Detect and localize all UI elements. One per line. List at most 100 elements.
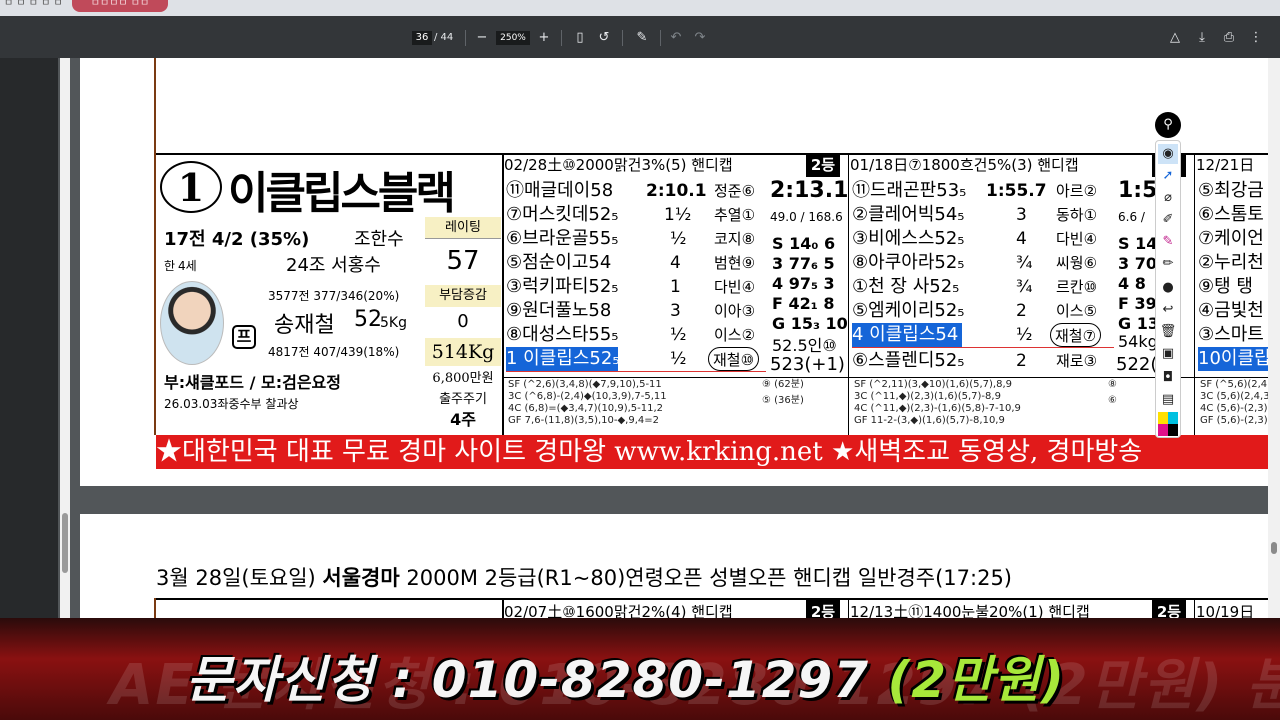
more-icon[interactable]: ⋮ xyxy=(1246,28,1266,48)
toolbar-divider xyxy=(465,30,466,46)
horse-name: 이클립스블랙 xyxy=(228,168,456,219)
race-stat: 3 77₆ 5 xyxy=(772,254,835,273)
race-entry-jockey: 정준⑥ xyxy=(714,182,756,200)
drive-icon[interactable]: △ xyxy=(1165,28,1185,48)
race-entry-jockey: 동하① xyxy=(1056,206,1098,224)
race-stat: S 14 xyxy=(1118,234,1158,253)
print-icon[interactable]: ⎙ xyxy=(1219,28,1239,48)
race-record-3: 12/21日 ⑤최강금 ⑥스톰토 ⑦케이언 ②누리천 ⑨탱 탱 ④금빛천 ③스마… xyxy=(1196,153,1268,435)
sf-line: SF (^2,6)(3,4,8)(◆7,9,10),5-11 xyxy=(508,379,662,390)
vet-note: 26.03.03좌중수부 찰과상 xyxy=(164,397,299,411)
race-entry: ⑤최강금 xyxy=(1198,180,1264,201)
circle-dot-icon[interactable]: ● xyxy=(1158,278,1178,298)
race-body-note: 522( xyxy=(1116,354,1158,375)
redo-icon[interactable]: ↷ xyxy=(690,28,710,48)
browser-tab-active[interactable]: ㅁㅁㅁㅁ ㅁㅁ xyxy=(72,0,168,12)
race-entry-margin: 4 xyxy=(1016,229,1027,249)
toolbar-divider xyxy=(660,30,661,46)
lasso-icon[interactable]: ↩ xyxy=(1158,300,1178,320)
race-entry-jockey: 이스② xyxy=(714,326,756,344)
underline xyxy=(506,371,766,372)
camera-icon[interactable]: ◘ xyxy=(1158,368,1178,388)
plus-icon[interactable]: + xyxy=(534,28,554,48)
download-icon[interactable]: ⤓ xyxy=(1192,28,1212,48)
undo-icon[interactable]: ↶ xyxy=(666,28,686,48)
race-conditions: 2000M 2등급(R1~80)연령오픈 성별오픈 핸디캡 일반경주(17:25… xyxy=(399,566,1013,590)
race-entry-jockey: 재철⑩ xyxy=(708,347,760,371)
race-time: 1:5 xyxy=(1118,178,1158,203)
trainer-record: 3577전 377/346(20%) xyxy=(268,289,400,303)
race-entry: ⑤점순이고54 xyxy=(506,252,612,273)
race-stat: S 14₀ 6 xyxy=(772,234,836,253)
race-entry: ⑨탱 탱 xyxy=(1198,276,1253,297)
race-entry: ⑦머스킷데52₅ xyxy=(506,204,619,225)
pin-icon[interactable]: ⚲ xyxy=(1155,112,1181,138)
jockey-record: 4817전 407/439(18%) xyxy=(268,345,400,359)
race-entry: ⑪드래곤판53₅ xyxy=(852,180,967,201)
race-body-note: 523(+1) xyxy=(770,354,845,375)
palette-icon[interactable] xyxy=(1158,412,1178,424)
toolbar-divider xyxy=(561,30,562,46)
eye-icon[interactable]: ◉ xyxy=(1158,144,1178,164)
main-scroll-thumb[interactable] xyxy=(1271,542,1277,554)
sf-line: 3C (^6,8)-(2,4)◆(10,3,9),7-5,11 xyxy=(508,391,667,402)
pen-icon[interactable]: ✏ xyxy=(1158,254,1178,274)
race-stat: 4 8 xyxy=(1118,274,1146,293)
race-entry: ③스마트 xyxy=(1198,324,1264,345)
shapes-icon[interactable]: ▣ xyxy=(1158,344,1178,364)
page-total-label: / 44 xyxy=(434,32,454,43)
race-stat: 4 97₅ 3 xyxy=(772,274,835,293)
race-entry: ④금빛천 xyxy=(1198,300,1264,321)
race-entry-jockey: 재로③ xyxy=(1056,352,1098,370)
sf-line: 4C (6,8)=(◆3,4,7)(10,9),5-11,2 xyxy=(508,403,664,414)
race-entry: ⑤엠케이리52₅ xyxy=(852,300,965,321)
sf-line: 4C (^11,◆)(2,3)-(1,6)(5,8)-7-10,9 xyxy=(854,403,1021,414)
race-entry-jockey: 다빈④ xyxy=(1056,230,1098,248)
fit-page-icon[interactable]: ▯ xyxy=(570,28,590,48)
browser-tab-inactive[interactable]: ㅁ ㅁ ㅁ ㅁ ㅁ xyxy=(0,0,63,12)
race-stat: G 15₃ 10 xyxy=(772,314,848,333)
palette-icon[interactable] xyxy=(1158,424,1178,436)
page-number-input[interactable]: 36 xyxy=(412,31,432,45)
race-grade: 2등 xyxy=(806,153,840,177)
screen: ㅁ ㅁ ㅁ ㅁ ㅁ ㅁㅁㅁㅁ ㅁㅁ 36 / 44 − 250% + ▯ ↺ ✎… xyxy=(0,0,1280,720)
highlighter-icon[interactable]: ✎ xyxy=(1158,232,1178,252)
zoom-input[interactable]: 250% xyxy=(496,31,530,45)
race-entry-margin: 3 xyxy=(670,301,681,321)
trash-icon[interactable]: 🗑 xyxy=(1158,322,1178,342)
sidebar-scroll-thumb[interactable] xyxy=(62,513,68,573)
race-entry: ③럭키파티52₅ xyxy=(506,276,619,297)
promo-price: (2만원) xyxy=(887,651,1065,709)
race-entry: ⑧아쿠아라52₅ xyxy=(852,252,965,273)
annotate-icon[interactable]: ✎ xyxy=(632,28,652,48)
horse-record: 17전 4/2 (35%) xyxy=(164,229,310,250)
race-entry: ②클레어빅54₅ xyxy=(852,204,965,225)
eraser-icon[interactable]: ⌀ xyxy=(1158,188,1178,208)
pu-badge: 프 xyxy=(232,325,256,349)
promo-text: 문자신청 : 010-8280-1297 (2만원) xyxy=(186,640,1065,712)
race-weight-note: 52.5인⑩ xyxy=(772,336,837,355)
sf-right: ⑨ (62분) xyxy=(762,379,804,390)
race-header: 12/21日 xyxy=(1196,156,1255,174)
marker-icon[interactable]: ✐ xyxy=(1158,210,1178,230)
sf-line: 3C (^11,◆)(2,3)(1,6)(5,7)-8,9 xyxy=(854,391,1001,402)
pointer-icon[interactable]: ➚ xyxy=(1158,166,1178,186)
race-entry-jockey: 르칸⑩ xyxy=(1056,278,1098,296)
race-entry-margin: ½ xyxy=(670,325,687,345)
rating-value: 57 xyxy=(446,246,480,276)
horse-price: 6,800만원 xyxy=(432,371,494,386)
minus-icon[interactable]: − xyxy=(472,28,492,48)
race-entry-jockey: 범현⑨ xyxy=(714,254,756,272)
sf-line: GF (5,6)-(2,3) xyxy=(1200,415,1268,426)
clipboard-icon[interactable]: ▤ xyxy=(1158,390,1178,410)
race-stat: F 42₁ 8 xyxy=(772,294,835,313)
race-entry-margin: ½ xyxy=(670,229,687,249)
race-entry: ①천 장 사52₅ xyxy=(852,276,960,297)
jockey-weight: 52 xyxy=(354,307,382,332)
race-entry-margin: ½ xyxy=(670,349,687,369)
sf-line: SF (^2,11)(3,◆10)(1,6)(5,7),8,9 xyxy=(854,379,1012,390)
sf-right: ⑤ (36분) xyxy=(762,395,804,406)
race-subtime: 49.0 / 168.6 xyxy=(770,210,843,224)
promo-overlay: AE 문자신청 : 010-8280-1297 (2만원) 분전 문자신청 : … xyxy=(0,618,1280,720)
rotate-icon[interactable]: ↺ xyxy=(594,28,614,48)
